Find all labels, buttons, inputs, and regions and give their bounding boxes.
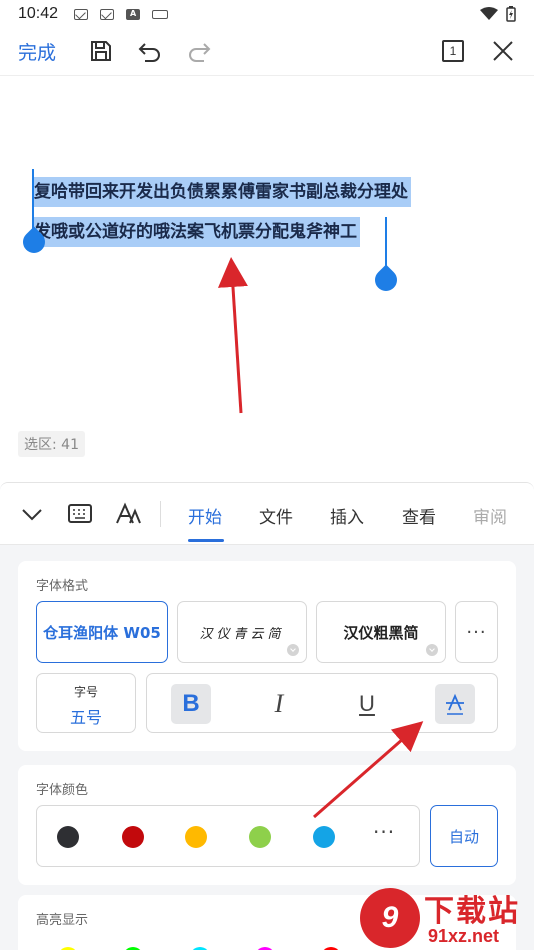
- tab-insert[interactable]: 插入: [330, 503, 364, 528]
- color-swatch-yellow[interactable]: [185, 826, 207, 848]
- save-icon[interactable]: [88, 38, 114, 64]
- status-bar: 10:42 A: [0, 0, 534, 28]
- format-panel: 开始 文件 插入 查看 审阅 字体格式 仓耳渔阳体 W05 汉仪青云简 汉仪粗黑…: [0, 482, 534, 950]
- site-watermark: 9 下载站 91xz.net: [360, 886, 534, 950]
- color-swatch-blue[interactable]: [313, 826, 335, 848]
- text-style-icon[interactable]: [114, 501, 142, 527]
- tab-view[interactable]: 查看: [402, 503, 436, 528]
- color-swatch-black[interactable]: [57, 826, 79, 848]
- font-option-label: 汉仪青云简: [199, 626, 285, 642]
- page-number: 1: [449, 44, 457, 58]
- font-size-selector[interactable]: 字号 五号: [36, 673, 136, 733]
- italic-button[interactable]: I: [259, 684, 299, 724]
- ribbon-tab-bar: 开始 文件 插入 查看 审阅: [0, 483, 534, 545]
- bold-button[interactable]: B: [171, 684, 211, 724]
- tab-file[interactable]: 文件: [259, 503, 293, 528]
- underline-button[interactable]: U: [347, 684, 387, 724]
- more-fonts-button[interactable]: ···: [455, 601, 498, 663]
- tab-review[interactable]: 审阅: [473, 503, 507, 528]
- font-format-title: 字体格式: [36, 579, 89, 594]
- collapse-chevron-icon[interactable]: [18, 501, 46, 527]
- wifi-icon: [480, 7, 498, 20]
- font-option-label: 汉仪粗黑简: [343, 623, 419, 642]
- tab-home[interactable]: 开始: [188, 503, 222, 528]
- font-option-cangerjianyang[interactable]: 仓耳渔阳体 W05: [36, 601, 168, 663]
- selected-text-line-2[interactable]: 发哦或公道好的哦法案飞机票分配鬼斧神工: [34, 217, 360, 247]
- redo-icon[interactable]: [186, 38, 212, 64]
- font-option-label: 仓耳渔阳体 W05: [43, 623, 161, 642]
- tab-divider: [160, 501, 161, 527]
- mail-icon: [74, 8, 89, 20]
- watermark-brand: 下载站: [424, 894, 520, 929]
- active-tab-indicator: [188, 539, 224, 542]
- more-colors-button[interactable]: ···: [373, 820, 395, 844]
- font-option-hanyicuhei[interactable]: 汉仪粗黑简: [316, 601, 446, 663]
- status-time: 10:42: [18, 5, 59, 22]
- font-option-hanyiqingyun[interactable]: 汉仪青云简: [177, 601, 307, 663]
- font-color-title: 字体颜色: [36, 783, 89, 798]
- selected-text-line-1[interactable]: 复哈带回来开发出负债累累傅雷家书副总裁分理处: [34, 177, 411, 207]
- keyboard-toggle-icon[interactable]: [66, 501, 94, 527]
- undo-icon[interactable]: [137, 38, 163, 64]
- close-icon[interactable]: [490, 38, 516, 64]
- watermark-logo: 9: [360, 888, 420, 948]
- selection-count: 选区: 41: [18, 431, 85, 457]
- mail-icon-2: [100, 8, 115, 20]
- download-icon: [426, 644, 438, 656]
- battery-icon: [506, 6, 516, 22]
- color-swatch-red[interactable]: [122, 826, 144, 848]
- done-button[interactable]: 完成: [18, 38, 56, 65]
- text-style-group: B I U: [146, 673, 498, 733]
- font-size-label: 字号: [73, 685, 98, 699]
- watermark-url: 91xz.net: [428, 926, 500, 946]
- font-color-palette: ···: [36, 805, 420, 867]
- auto-color-label: 自动: [448, 827, 479, 846]
- strikethrough-button[interactable]: [435, 684, 475, 724]
- color-swatch-green[interactable]: [249, 826, 271, 848]
- font-size-value: 五号: [69, 708, 102, 727]
- selection-end-handle[interactable]: [370, 264, 402, 296]
- document-canvas[interactable]: 复哈带回来开发出负债累累傅雷家书副总裁分理处 发哦或公道好的哦法案飞机票分配鬼斧…: [0, 77, 534, 482]
- app-notification-icon: A: [126, 8, 141, 20]
- highlight-title: 高亮显示: [36, 913, 89, 928]
- editor-toolbar: 完成 1: [0, 28, 534, 76]
- more-icon: ···: [466, 621, 487, 643]
- font-format-card: 字体格式 仓耳渔阳体 W05 汉仪青云简 汉仪粗黑简 ··· 字号 五号 B I…: [18, 561, 516, 751]
- auto-color-button[interactable]: 自动: [430, 805, 498, 867]
- strikethrough-icon: [446, 693, 464, 715]
- font-color-card: 字体颜色 ··· 自动: [18, 765, 516, 885]
- page-indicator-button[interactable]: 1: [442, 40, 464, 62]
- download-icon: [287, 644, 299, 656]
- keyboard-icon: [152, 9, 169, 19]
